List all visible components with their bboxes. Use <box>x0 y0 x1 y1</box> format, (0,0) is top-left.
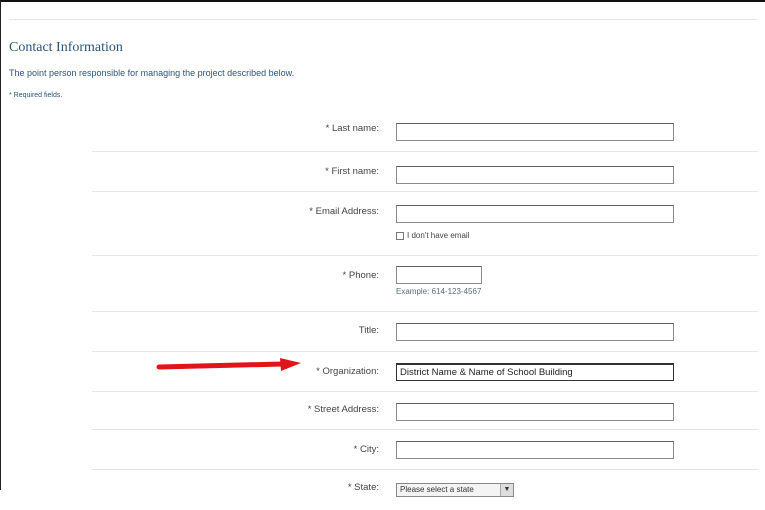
row-title: Title: <box>92 312 758 352</box>
organization-input[interactable] <box>396 363 674 381</box>
contact-form: * Last name: * First name: * Email Addre… <box>92 110 758 510</box>
title-label: Title: <box>358 325 379 336</box>
row-first-name: * First name: <box>92 152 758 192</box>
row-phone: * Phone: Example: 614-123-4567 <box>92 256 758 312</box>
row-street-address: * Street Address: <box>92 392 758 430</box>
chevron-down-icon[interactable]: ▼ <box>500 484 513 496</box>
last-name-label: * Last name: <box>325 123 379 134</box>
section-title: Contact Information <box>9 40 123 55</box>
city-label: * City: <box>353 444 379 455</box>
phone-example: Example: 614-123-4567 <box>396 287 482 296</box>
email-input[interactable] <box>396 205 674 223</box>
first-name-label: * First name: <box>325 166 379 177</box>
no-email-label: I don't have email <box>407 231 470 240</box>
section-description: The point person responsible for managin… <box>9 68 295 78</box>
title-input[interactable] <box>396 323 674 341</box>
top-divider <box>9 19 757 20</box>
street-address-label: * Street Address: <box>307 404 379 415</box>
row-state: * State: Please select a state ▼ <box>92 470 758 510</box>
state-select[interactable]: Please select a state ▼ <box>396 483 514 497</box>
city-input[interactable] <box>396 441 674 459</box>
window-left-border <box>0 0 1 490</box>
first-name-input[interactable] <box>396 166 674 184</box>
no-email-checkbox[interactable] <box>396 231 404 240</box>
email-label: * Email Address: <box>309 206 379 217</box>
window-top-border <box>0 0 765 2</box>
red-arrow-annotation <box>156 358 301 371</box>
row-email: * Email Address: I don't have email <box>92 192 758 256</box>
last-name-input[interactable] <box>396 123 674 141</box>
required-fields-note: * Required fields. <box>9 92 63 99</box>
no-email-option[interactable]: I don't have email <box>396 231 469 240</box>
phone-label: * Phone: <box>342 270 379 281</box>
state-label: * State: <box>347 482 379 493</box>
organization-label: * Organization: <box>316 366 379 377</box>
street-address-input[interactable] <box>396 403 674 421</box>
row-last-name: * Last name: <box>92 110 758 152</box>
annotation-arrow-shaft <box>156 361 286 370</box>
annotation-arrow-head <box>280 358 301 371</box>
row-city: * City: <box>92 430 758 470</box>
phone-input[interactable] <box>396 266 482 284</box>
